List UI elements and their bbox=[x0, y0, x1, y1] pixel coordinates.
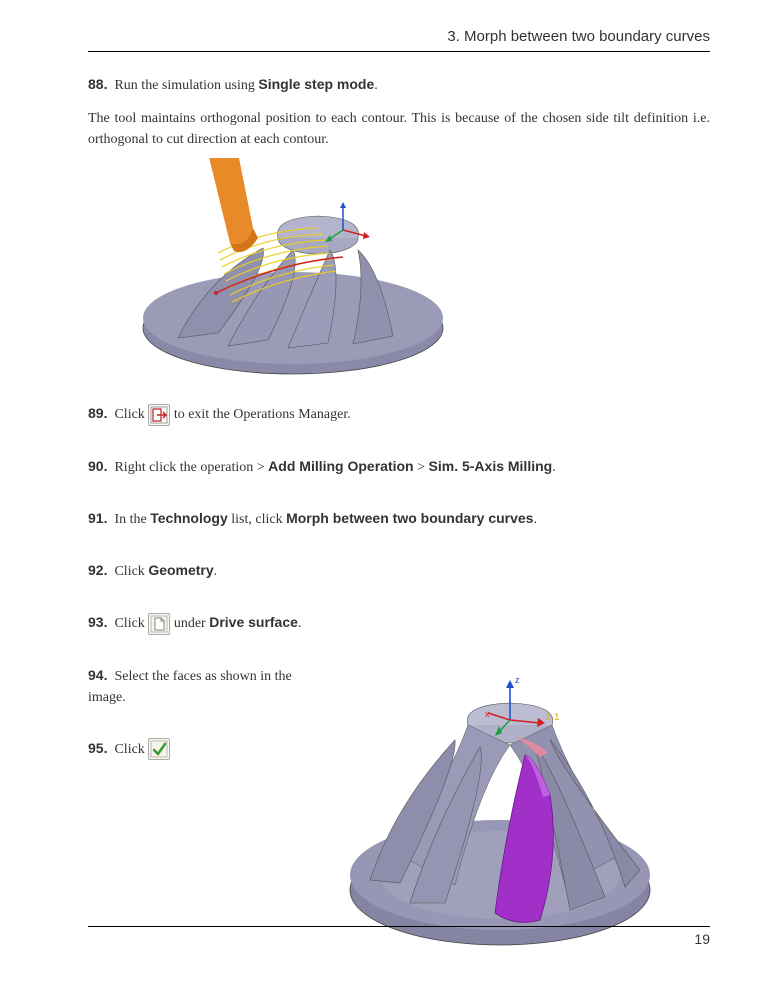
page: 3. Morph between two boundary curves 88.… bbox=[0, 0, 778, 989]
step-89: 89. Click to exit the Operations Manager… bbox=[88, 403, 710, 426]
step-bold-2: Morph between two boundary curves bbox=[286, 510, 533, 526]
new-document-icon bbox=[148, 613, 170, 635]
step-number: 90. bbox=[88, 458, 107, 474]
step-suffix: . bbox=[533, 512, 537, 527]
step-92: 92. Click Geometry. bbox=[88, 560, 710, 582]
step-suffix: . bbox=[298, 616, 302, 631]
step-bold: Technology bbox=[150, 510, 228, 526]
step-88: 88. Run the simulation using Single step… bbox=[88, 74, 710, 96]
step-number: 93. bbox=[88, 614, 107, 630]
step-number: 94. bbox=[88, 667, 107, 683]
step-mid: under bbox=[170, 616, 209, 631]
step-suffix: to exit the Operations Manager. bbox=[170, 407, 350, 422]
step-mid: > bbox=[414, 460, 429, 475]
step-text: Run the simulation using bbox=[114, 78, 258, 93]
step-94: 94. Select the faces as shown in the ima… bbox=[88, 665, 328, 708]
exit-icon bbox=[148, 404, 170, 426]
page-number: 19 bbox=[694, 931, 710, 947]
step-text: Select the faces as shown in the image. bbox=[88, 669, 292, 705]
step-suffix: . bbox=[374, 78, 378, 93]
step-number: 89. bbox=[88, 405, 107, 421]
step-text: Click bbox=[114, 742, 148, 757]
two-column-section: 94. Select the faces as shown in the ima… bbox=[88, 665, 710, 960]
svg-text:1-1: 1-1 bbox=[545, 712, 560, 723]
step-95: 95. Click bbox=[88, 738, 328, 761]
step-text: Click bbox=[114, 407, 148, 422]
checkmark-icon bbox=[148, 738, 170, 760]
step-88-paragraph: The tool maintains orthogonal position t… bbox=[88, 108, 710, 150]
step-bold: Add Milling Operation bbox=[268, 458, 413, 474]
chapter-header: 3. Morph between two boundary curves bbox=[88, 28, 710, 52]
step-mid: list, click bbox=[228, 512, 286, 527]
step-text: Right click the operation > bbox=[114, 460, 268, 475]
step-91: 91. In the Technology list, click Morph … bbox=[88, 508, 710, 530]
step-bold-2: Sim. 5-Axis Milling bbox=[429, 458, 553, 474]
step-text: Click bbox=[114, 564, 148, 579]
step-text: Click bbox=[114, 616, 148, 631]
step-suffix: . bbox=[552, 460, 556, 475]
step-suffix: . bbox=[214, 564, 218, 579]
step-number: 95. bbox=[88, 740, 107, 756]
figure-impeller-faces: z x 1-1 bbox=[340, 665, 710, 960]
step-text: In the bbox=[114, 512, 150, 527]
step-bold: Geometry bbox=[148, 562, 213, 578]
step-90: 90. Right click the operation > Add Mill… bbox=[88, 456, 710, 478]
step-bold: Single step mode bbox=[258, 76, 374, 92]
step-bold: Drive surface bbox=[209, 614, 298, 630]
svg-text:z: z bbox=[515, 675, 520, 685]
step-number: 88. bbox=[88, 76, 107, 92]
page-footer: 19 bbox=[88, 926, 710, 947]
step-number: 91. bbox=[88, 510, 107, 526]
figure-impeller-tool bbox=[118, 158, 710, 383]
step-number: 92. bbox=[88, 562, 107, 578]
step-93: 93. Click under Drive surface. bbox=[88, 612, 710, 635]
